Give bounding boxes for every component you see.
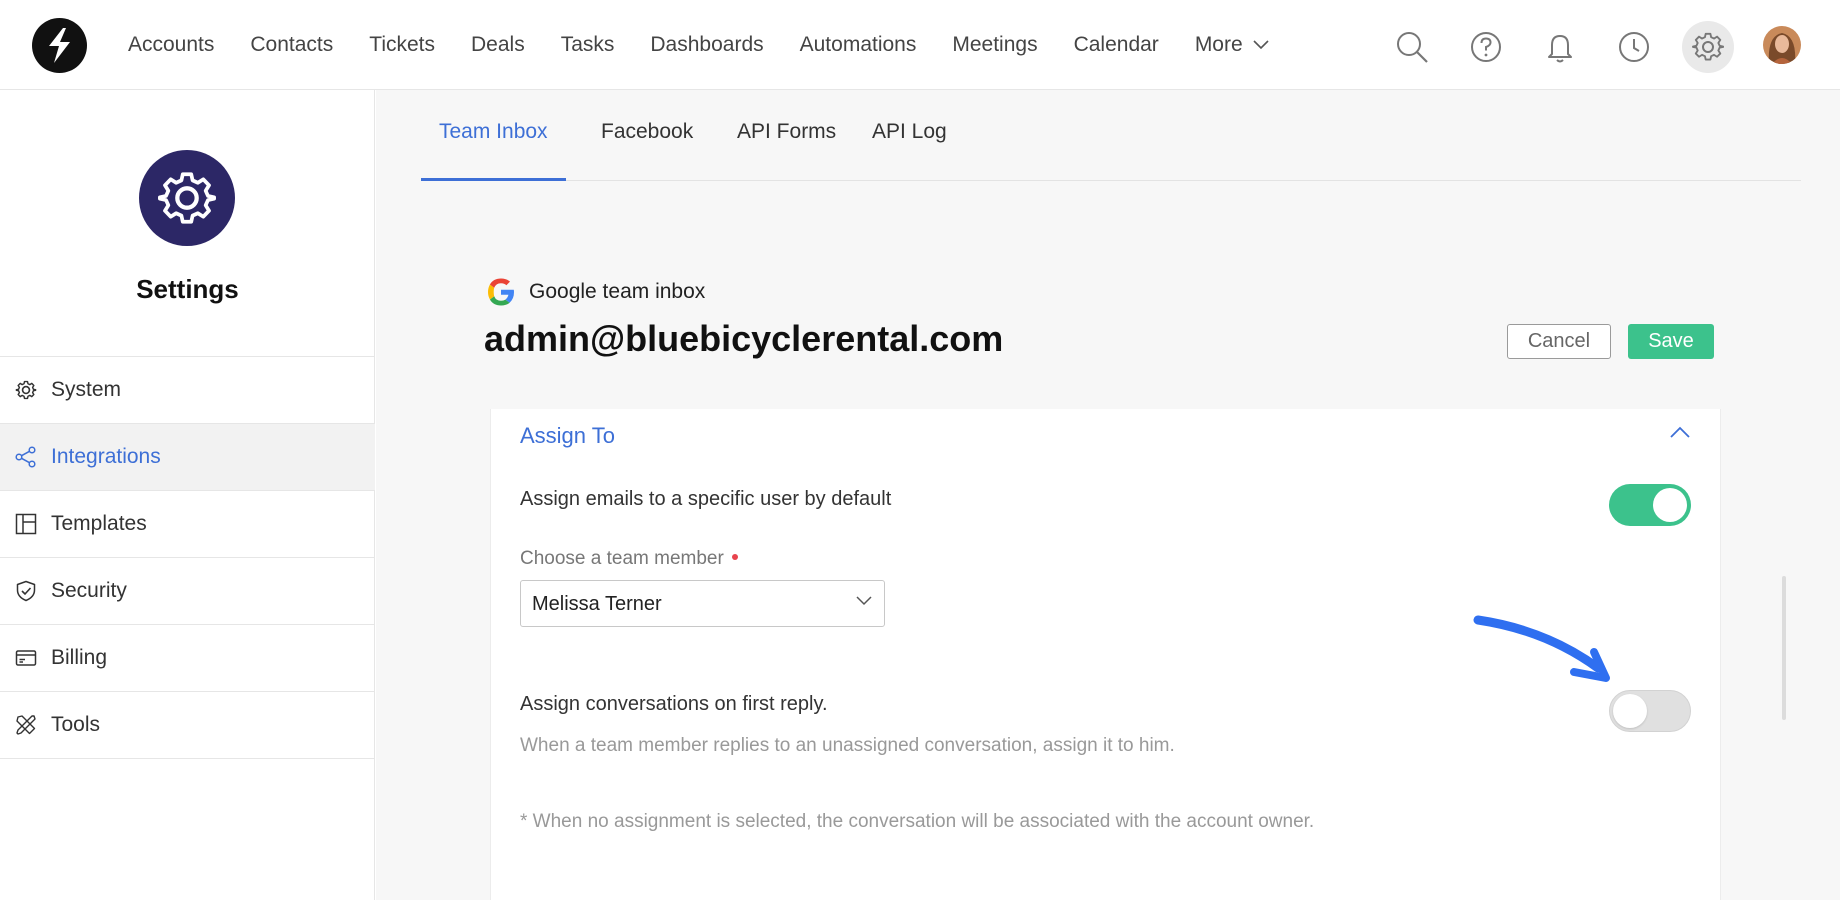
- sidebar-item-templates[interactable]: Templates: [0, 491, 375, 558]
- main-content: Team Inbox Facebook API Forms API Log Go…: [376, 90, 1840, 900]
- gear-icon[interactable]: [1682, 21, 1734, 73]
- shield-icon: [14, 579, 38, 603]
- nav-tasks[interactable]: Tasks: [561, 33, 615, 57]
- sidebar-item-label: System: [51, 378, 122, 401]
- tab-team-inbox[interactable]: Team Inbox: [421, 90, 566, 181]
- help-icon[interactable]: [1460, 21, 1512, 73]
- default-user-label: Assign emails to a specific user by defa…: [520, 488, 892, 510]
- nav-meetings[interactable]: Meetings: [952, 33, 1037, 57]
- nav-deals[interactable]: Deals: [471, 33, 525, 57]
- search-icon[interactable]: [1386, 21, 1438, 73]
- google-logo-icon: [488, 278, 514, 306]
- chevron-up-icon[interactable]: [1669, 425, 1691, 439]
- app-logo[interactable]: [32, 18, 87, 73]
- nav-accounts[interactable]: Accounts: [128, 33, 214, 57]
- sidebar-item-integrations[interactable]: Integrations: [0, 424, 375, 491]
- top-bar: Accounts Contacts Tickets Deals Tasks Da…: [0, 0, 1840, 90]
- annotation-arrow-icon: [1473, 615, 1610, 682]
- nav-more[interactable]: More: [1195, 33, 1269, 57]
- team-member-select[interactable]: Melissa Terner: [520, 580, 885, 627]
- assignment-footnote: * When no assignment is selected, the co…: [520, 811, 1315, 832]
- sidebar-title: Settings: [136, 274, 239, 304]
- nav-automations[interactable]: Automations: [800, 33, 917, 57]
- bell-icon[interactable]: [1534, 21, 1586, 73]
- chevron-down-icon: [1253, 40, 1269, 50]
- card-icon: [14, 646, 38, 670]
- first-reply-help-text: When a team member replies to an unassig…: [520, 735, 1175, 756]
- sidebar-item-security[interactable]: Security: [0, 558, 375, 625]
- sidebar-item-label: Templates: [51, 512, 147, 535]
- tab-api-log[interactable]: API Log: [854, 90, 965, 181]
- gear-icon: [14, 378, 38, 402]
- sidebar-menu: System Integrations Templates Security B…: [0, 356, 375, 759]
- required-indicator: [731, 553, 738, 560]
- inbox-type-label: Google team inbox: [529, 280, 706, 303]
- sidebar-item-label: Billing: [51, 646, 108, 669]
- tab-api-forms[interactable]: API Forms: [719, 90, 854, 181]
- nav-tickets[interactable]: Tickets: [369, 33, 435, 57]
- tab-facebook[interactable]: Facebook: [583, 90, 711, 181]
- user-avatar[interactable]: [1763, 26, 1801, 64]
- nav-more-label: More: [1194, 33, 1243, 56]
- chevron-down-icon: [856, 596, 872, 606]
- default-user-toggle[interactable]: [1609, 484, 1691, 526]
- sidebar-item-label: Security: [51, 579, 127, 602]
- inbox-email-title: admin@bluebicyclerental.com: [484, 318, 1004, 359]
- layout-icon: [14, 512, 38, 536]
- clock-icon[interactable]: [1608, 21, 1660, 73]
- team-member-field-label: Choose a team member: [520, 548, 738, 570]
- panel-title[interactable]: Assign To: [520, 423, 615, 449]
- nav-dashboards[interactable]: Dashboards: [650, 33, 763, 57]
- first-reply-label: Assign conversations on first reply.: [520, 693, 828, 715]
- sidebar-item-billing[interactable]: Billing: [0, 625, 375, 692]
- sidebar-item-system[interactable]: System: [0, 357, 375, 424]
- share-icon: [14, 445, 38, 469]
- settings-badge-icon: [139, 150, 235, 246]
- cancel-button[interactable]: Cancel: [1507, 324, 1611, 359]
- sidebar-item-label: Integrations: [51, 445, 161, 468]
- tools-icon: [14, 713, 38, 737]
- integration-tabs: Team Inbox Facebook API Forms API Log: [421, 90, 1801, 181]
- nav-contacts[interactable]: Contacts: [250, 33, 333, 57]
- main-nav: Accounts Contacts Tickets Deals Tasks Da…: [128, 0, 1305, 90]
- nav-calendar[interactable]: Calendar: [1074, 33, 1159, 57]
- sidebar-item-tools[interactable]: Tools: [0, 692, 375, 759]
- team-member-label-text: Choose a team member: [520, 548, 724, 569]
- toggle-knob: [1653, 488, 1687, 522]
- team-member-selected-value: Melissa Terner: [532, 593, 662, 615]
- sidebar-item-label: Tools: [51, 713, 101, 736]
- save-button[interactable]: Save: [1628, 324, 1714, 359]
- scrollbar[interactable]: [1782, 576, 1786, 720]
- settings-sidebar: Settings System Integrations Templates S…: [0, 90, 375, 900]
- inbox-header: Google team inbox: [484, 275, 705, 309]
